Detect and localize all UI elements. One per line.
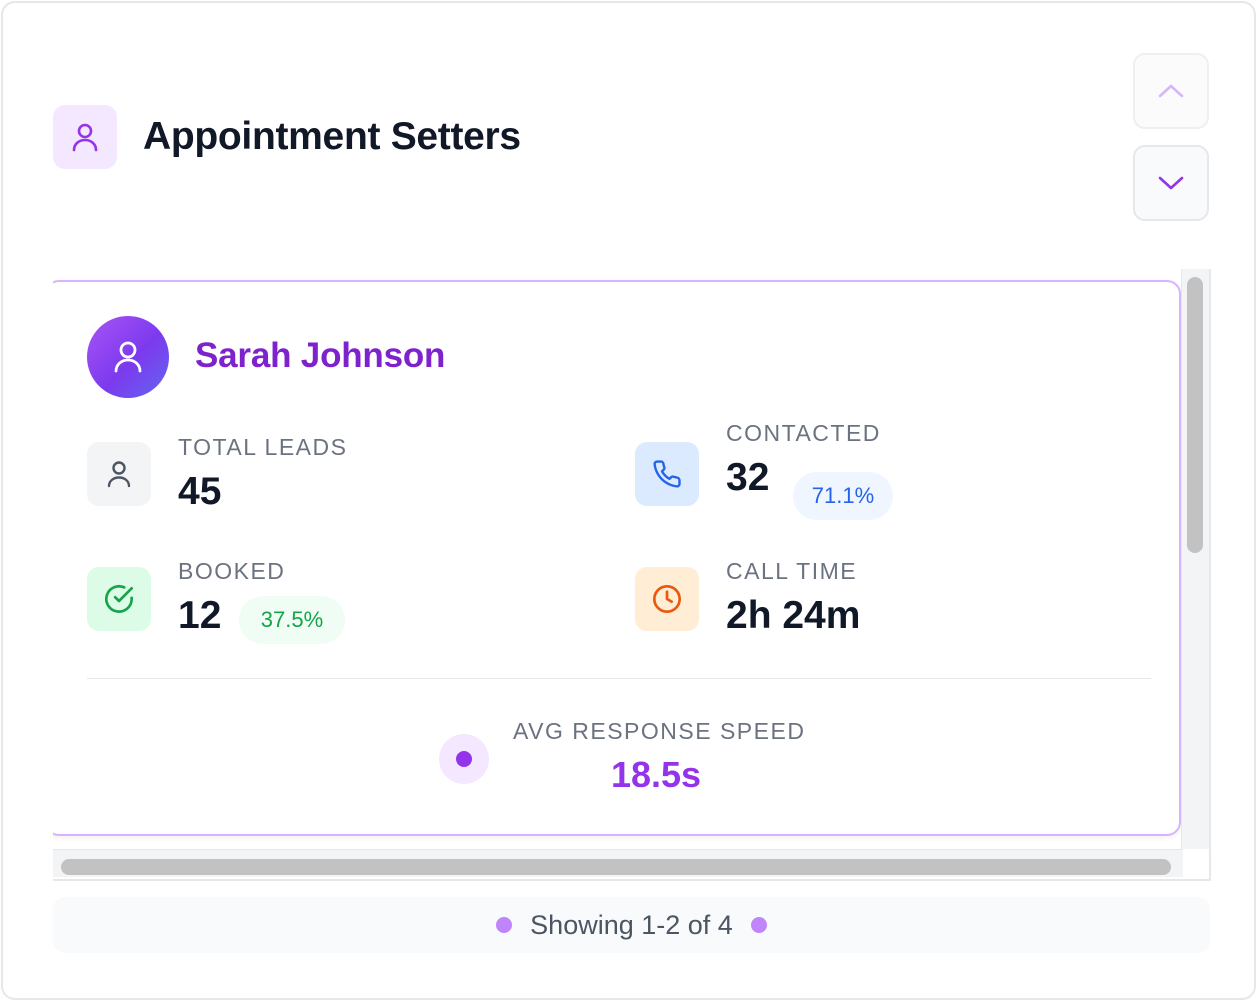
setters-scroll-area[interactable]: Sarah Johnson TOTAL LEADS 45 CONTACTED 3… <box>53 269 1211 881</box>
user-icon <box>87 442 151 506</box>
booked-label: BOOKED <box>178 558 286 584</box>
avg-response-speed-value: 18.5s <box>610 754 702 795</box>
avatar <box>87 316 169 398</box>
appointment-setters-panel: Appointment Setters Sarah Johnson TOTAL … <box>1 1 1256 1000</box>
booked-value: 12 <box>178 594 222 637</box>
panel-title: Appointment Setters <box>143 115 521 158</box>
setter-card: Sarah Johnson TOTAL LEADS 45 CONTACTED 3… <box>53 280 1181 836</box>
avg-response-speed-label: AVG RESPONSE SPEED <box>513 718 806 744</box>
user-icon <box>114 341 142 373</box>
clock-icon <box>635 567 699 631</box>
pagination-text: Showing 1-2 of 4 <box>530 909 733 940</box>
contacted-rate-badge: 71.1% <box>793 472 893 520</box>
total-leads-value: 45 <box>178 470 222 513</box>
phone-icon <box>635 442 699 506</box>
card-divider <box>87 678 1151 679</box>
pagination-footer: Showing 1-2 of 4 <box>53 897 1210 953</box>
call-time-value: 2h 24m <box>726 594 861 637</box>
call-time-label: CALL TIME <box>726 558 858 584</box>
total-leads-label: TOTAL LEADS <box>178 434 348 460</box>
horizontal-scrollbar-thumb[interactable] <box>61 859 1171 875</box>
pagination-dot-right <box>750 917 767 933</box>
check-circle-icon <box>87 567 151 631</box>
pagination-dot-left <box>496 917 513 933</box>
contacted-label: CONTACTED <box>726 420 881 446</box>
setter-name[interactable]: Sarah Johnson <box>195 336 445 376</box>
scroll-up-button[interactable] <box>1133 53 1209 129</box>
contacted-value: 32 <box>726 456 770 499</box>
response-speed-indicator <box>439 734 489 784</box>
chevron-down-icon <box>1158 176 1184 190</box>
vertical-scrollbar-thumb[interactable] <box>1187 277 1203 553</box>
user-icon <box>53 105 117 169</box>
chevron-up-icon <box>1158 84 1184 98</box>
booked-rate-badge: 37.5% <box>239 596 345 644</box>
scroll-down-button[interactable] <box>1133 145 1209 221</box>
